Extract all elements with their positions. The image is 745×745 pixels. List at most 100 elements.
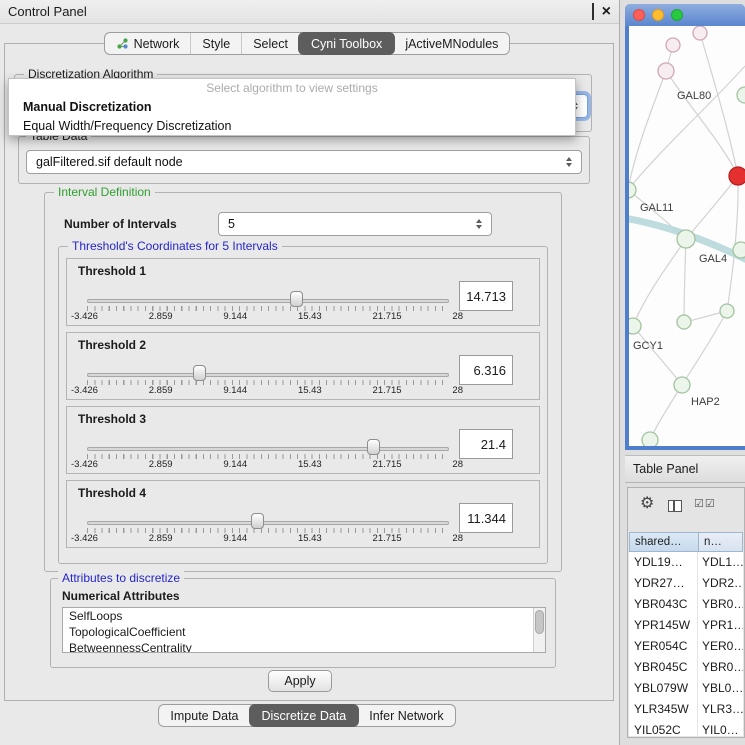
tab-label: Impute Data (170, 709, 238, 723)
network-node-gal4[interactable] (677, 230, 695, 248)
threshold-3-value-input[interactable]: 21.4 (459, 429, 513, 459)
scrollbar-thumb[interactable] (535, 610, 544, 634)
cell-name[interactable]: YBR0… (698, 594, 743, 615)
table-row[interactable]: YBR043C YBR0… (629, 594, 743, 615)
tab-cyni-toolbox[interactable]: Cyni Toolbox (298, 32, 395, 55)
tab-style[interactable]: Style (190, 33, 241, 54)
cell-shared-name[interactable]: YDL19… (629, 552, 698, 573)
mac-zoom-button[interactable] (671, 9, 683, 21)
list-scrollbar[interactable] (533, 608, 545, 652)
tab-discretize-data[interactable]: Discretize Data (249, 704, 360, 727)
dropdown-option-equal-width[interactable]: Equal Width/Frequency Discretization (9, 117, 575, 136)
slider-thumb[interactable] (367, 439, 380, 455)
close-button[interactable]: × (602, 4, 611, 19)
network-node[interactable] (642, 432, 658, 446)
table-row[interactable]: YBL079W YBL0… (629, 678, 743, 699)
float-icon (592, 3, 594, 20)
select-columns-checkboxes-icon[interactable]: ☑☑ (694, 497, 716, 510)
cell-shared-name[interactable]: YBR043C (629, 594, 698, 615)
cell-name[interactable]: YLR3… (698, 699, 743, 720)
column-header-name[interactable]: n… (699, 532, 743, 552)
cell-name[interactable]: YER0… (698, 636, 743, 657)
combo-stepper[interactable] (468, 219, 482, 229)
list-item[interactable]: SelfLoops (63, 608, 545, 624)
network-node[interactable] (720, 304, 734, 318)
node-label: HAP2 (691, 396, 720, 408)
tab-infer-network[interactable]: Infer Network (358, 705, 454, 726)
cell-shared-name[interactable]: YIL052C (629, 720, 698, 736)
table-row[interactable]: YDL19… YDL1… (629, 552, 743, 573)
list-item[interactable]: BetweennessCentrality (63, 640, 545, 653)
tab-network[interactable]: Network (105, 33, 191, 54)
table-row[interactable]: YIL052C YIL0… (629, 720, 743, 736)
column-selector-icon[interactable] (668, 500, 682, 512)
slider-track[interactable] (87, 299, 449, 303)
slider-thumb[interactable] (251, 513, 264, 529)
mac-close-button[interactable] (633, 9, 645, 21)
cell-name[interactable]: YPR1… (698, 615, 743, 636)
list-item[interactable]: TopologicalCoefficient (63, 624, 545, 640)
settings-gear-icon[interactable]: ⚙ (640, 496, 654, 512)
network-node[interactable] (733, 242, 745, 258)
network-node-gcy1[interactable] (629, 318, 641, 334)
tab-label: Infer Network (369, 709, 443, 723)
threshold-4-value-input[interactable]: 11.344 (459, 503, 513, 533)
window-title: Control Panel (8, 4, 87, 19)
slider-thumb[interactable] (290, 291, 303, 307)
cell-name[interactable]: YBL0… (698, 678, 743, 699)
threshold-4-panel: Threshold 4 -3.4262.8599.14415.4321.7152… (66, 480, 540, 548)
slider-track[interactable] (87, 373, 449, 377)
control-panel-window: Control Panel × Network Style Select Cyn… (0, 0, 620, 745)
cell-name[interactable]: YDR2… (698, 573, 743, 594)
mac-minimize-button[interactable] (652, 9, 664, 21)
cell-shared-name[interactable]: YDR27… (629, 573, 698, 594)
numerical-attributes-list[interactable]: SelfLoopsTopologicalCoefficientBetweenne… (62, 607, 546, 653)
threshold-1-value-input[interactable]: 14.713 (459, 281, 513, 311)
cell-shared-name[interactable]: YPR145W (629, 615, 698, 636)
table-row[interactable]: YPR145W YPR1… (629, 615, 743, 636)
top-tab-bar: Network Style Select Cyni Toolbox jActiv… (0, 32, 614, 55)
number-of-intervals-combobox[interactable]: 5 (218, 212, 492, 236)
dropdown-option-manual-discretization[interactable]: Manual Discretization (9, 98, 575, 117)
table-row[interactable]: YDR27… YDR2… (629, 573, 743, 594)
apply-button[interactable]: Apply (268, 670, 332, 692)
table-toolbar: ⚙ ☑☑ (628, 488, 744, 530)
scale-label: -3.426 (71, 311, 98, 322)
cell-shared-name[interactable]: YER054C (629, 636, 698, 657)
network-node[interactable] (677, 315, 691, 329)
cell-name[interactable]: YDL1… (698, 552, 743, 573)
threshold-1-panel: Threshold 1 -3.4262.8599.14415.4321.7152… (66, 258, 540, 326)
tab-label: Discretize Data (262, 709, 347, 723)
network-canvas[interactable]: GAL80 GAL11 GAL4 GCY1 HAP2 (629, 26, 745, 446)
network-node[interactable] (666, 38, 680, 52)
tab-label: Network (134, 37, 180, 51)
network-node[interactable] (693, 26, 707, 40)
float-button[interactable] (592, 4, 594, 19)
selected-network-node[interactable] (729, 167, 745, 185)
scale-label: 21.715 (373, 533, 402, 544)
table-row[interactable]: YLR345W YLR3… (629, 699, 743, 720)
tab-label: jActiveMNodules (405, 37, 498, 51)
cell-name[interactable]: YBR0… (698, 657, 743, 678)
slider-track[interactable] (87, 447, 449, 451)
table-data-combobox[interactable]: galFiltered.sif default node (26, 150, 582, 174)
column-header-shared-name[interactable]: shared… (629, 532, 699, 552)
tab-jactivemnodules[interactable]: jActiveMNodules (394, 33, 509, 54)
scale-label: 15.43 (298, 459, 322, 470)
table-row[interactable]: YER054C YER0… (629, 636, 743, 657)
slider-track[interactable] (87, 521, 449, 525)
network-node-gal80[interactable] (658, 63, 674, 79)
network-node[interactable] (737, 87, 745, 103)
slider-thumb[interactable] (193, 365, 206, 381)
network-node-hap2[interactable] (674, 377, 690, 393)
cell-shared-name[interactable]: YBL079W (629, 678, 698, 699)
cell-shared-name[interactable]: YBR045C (629, 657, 698, 678)
cell-shared-name[interactable]: YLR345W (629, 699, 698, 720)
threshold-2-value-input[interactable]: 6.316 (459, 355, 513, 385)
combo-stepper[interactable] (558, 157, 572, 167)
tab-select[interactable]: Select (241, 33, 299, 54)
tab-label: Style (202, 37, 230, 51)
cell-name[interactable]: YIL0… (698, 720, 743, 736)
tab-impute-data[interactable]: Impute Data (159, 705, 249, 726)
table-row[interactable]: YBR045C YBR0… (629, 657, 743, 678)
